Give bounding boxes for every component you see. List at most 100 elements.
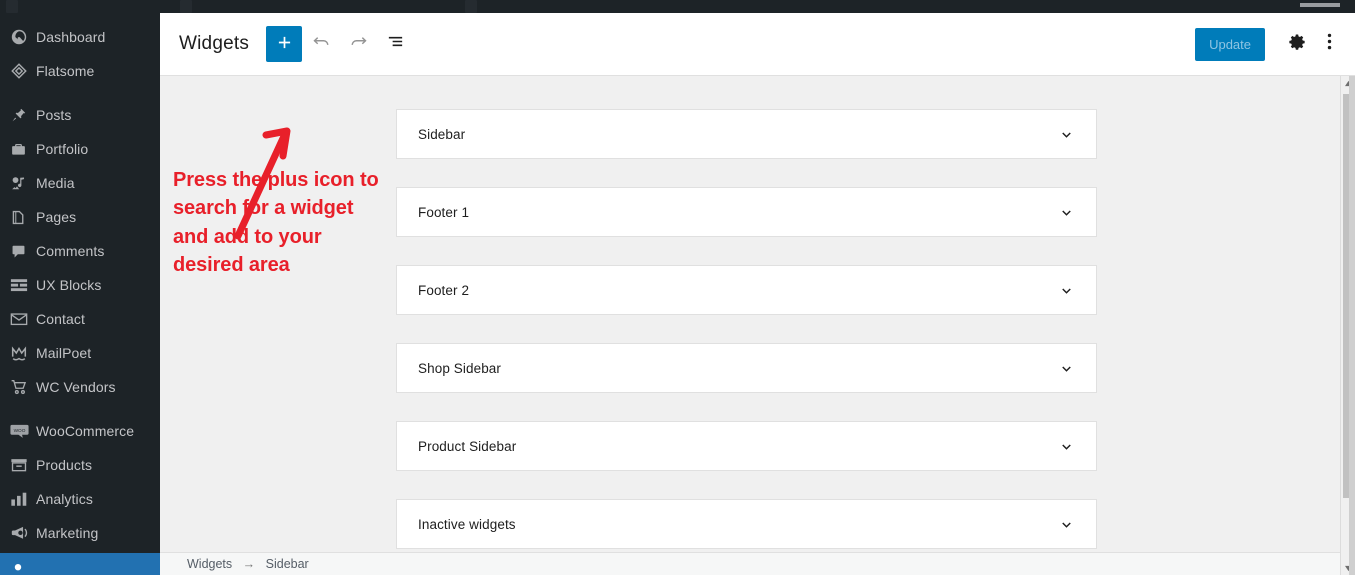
- sidebar-item-label: Flatsome: [36, 63, 95, 79]
- admin-bar-new-icon[interactable]: [180, 0, 192, 13]
- megaphone-icon: [10, 523, 36, 543]
- sidebar-item-label: MailPoet: [36, 345, 92, 361]
- undo-icon: [312, 32, 331, 56]
- sidebar-item-label: Analytics: [36, 491, 93, 507]
- redo-icon: [349, 32, 368, 56]
- sidebar-item-posts[interactable]: Posts: [0, 98, 160, 132]
- analytics-icon: [10, 489, 36, 509]
- annotation-callout: Press the plus icon to search for a widg…: [173, 127, 388, 280]
- widget-area-name: Footer 2: [418, 282, 470, 298]
- breadcrumb-item-root[interactable]: Widgets: [187, 557, 232, 571]
- chevron-down-icon[interactable]: [1059, 127, 1074, 142]
- sidebar-item-label: Marketing: [36, 525, 99, 541]
- breadcrumb: Widgets → Sidebar: [187, 557, 309, 571]
- chevron-down-icon[interactable]: [1059, 361, 1074, 376]
- sidebar-item-media[interactable]: Media: [0, 166, 160, 200]
- chevron-down-icon[interactable]: [1059, 205, 1074, 220]
- sidebar-item-wc-vendors[interactable]: WC Vendors: [0, 370, 160, 404]
- sidebar-item-analytics[interactable]: Analytics: [0, 482, 160, 516]
- ux-blocks-icon: [10, 275, 36, 295]
- admin-bar-user-icon[interactable]: [465, 0, 477, 13]
- undo-button[interactable]: [303, 26, 339, 62]
- envelope-icon: [10, 309, 36, 329]
- sidebar-item-ux-blocks[interactable]: UX Blocks: [0, 268, 160, 302]
- wp-admin-sidebar: Dashboard Flatsome Posts Portfolio Media…: [0, 0, 160, 575]
- sidebar-item-marketing[interactable]: Marketing: [0, 516, 160, 550]
- widget-area-name: Sidebar: [418, 126, 466, 142]
- widget-area-row[interactable]: Inactive widgets: [396, 499, 1097, 549]
- page-title: Widgets: [179, 33, 250, 54]
- sidebar-item-pages[interactable]: Pages: [0, 200, 160, 234]
- sidebar-divider: [0, 404, 160, 414]
- svg-text:WOO: WOO: [14, 427, 26, 433]
- chevron-down-icon[interactable]: [1059, 283, 1074, 298]
- admin-bar-site-icon[interactable]: [6, 0, 18, 13]
- sidebar-item-label: Contact: [36, 311, 85, 327]
- sidebar-item-portfolio[interactable]: Portfolio: [0, 132, 160, 166]
- media-icon: [10, 173, 36, 193]
- dashboard-icon: [10, 27, 36, 47]
- screen: Dashboard Flatsome Posts Portfolio Media…: [0, 0, 1355, 575]
- gear-icon: [1288, 33, 1306, 56]
- sidebar-item-woocommerce[interactable]: WOO WooCommerce: [0, 414, 160, 448]
- sidebar-item-mailpoet[interactable]: MailPoet: [0, 336, 160, 370]
- window-edge: [1349, 0, 1355, 575]
- sidebar-item-label: WooCommerce: [36, 423, 135, 439]
- widget-areas-list: Sidebar Footer 1 Footer 2 Shop Sidebar P…: [396, 109, 1097, 552]
- widget-area-row[interactable]: Footer 1: [396, 187, 1097, 237]
- widgets-editor: Widgets Update Press the plus icon to se…: [160, 13, 1355, 575]
- plus-icon: [276, 34, 293, 54]
- comments-icon: [10, 241, 36, 261]
- widget-area-name: Shop Sidebar: [418, 360, 502, 376]
- list-view-icon: [386, 32, 405, 56]
- sidebar-item-dashboard[interactable]: Dashboard: [0, 20, 160, 54]
- widget-area-row[interactable]: Footer 2: [396, 265, 1097, 315]
- sidebar-item-products[interactable]: Products: [0, 448, 160, 482]
- update-button[interactable]: Update: [1195, 27, 1265, 61]
- add-block-button[interactable]: [266, 26, 303, 62]
- list-view-button[interactable]: [377, 26, 413, 62]
- widget-area-row[interactable]: Shop Sidebar: [396, 343, 1097, 393]
- sidebar-item-label: Dashboard: [36, 29, 106, 45]
- widget-area-row[interactable]: Sidebar: [396, 109, 1097, 159]
- editor-footer: Widgets → Sidebar: [160, 552, 1340, 575]
- editor-toolbar: Widgets Update: [160, 13, 1355, 76]
- sidebar-item-label: Products: [36, 457, 93, 473]
- sidebar-item-label: Media: [36, 175, 75, 191]
- more-options-button[interactable]: [1313, 26, 1345, 62]
- sidebar-item-label: Pages: [36, 209, 77, 225]
- chevron-down-icon[interactable]: [1059, 517, 1074, 532]
- sidebar-item-appearance[interactable]: [0, 553, 160, 575]
- sidebar-item-label: Posts: [36, 107, 72, 123]
- sidebar-item-label: Comments: [36, 243, 105, 259]
- arrow-up-right-icon: [234, 127, 291, 240]
- widgets-canvas: Press the plus icon to search for a widg…: [160, 76, 1340, 552]
- sidebar-divider: [0, 88, 160, 98]
- widget-area-name: Product Sidebar: [418, 438, 517, 454]
- sidebar-item-comments[interactable]: Comments: [0, 234, 160, 268]
- redo-button[interactable]: [340, 26, 376, 62]
- sidebar-item-flatsome[interactable]: Flatsome: [0, 54, 160, 88]
- window-minimize-control[interactable]: [1300, 3, 1340, 7]
- wp-admin-bar: [0, 0, 1355, 13]
- cart-icon: [10, 377, 36, 397]
- products-icon: [10, 455, 36, 475]
- mailpoet-icon: [10, 343, 36, 363]
- widget-area-name: Footer 1: [418, 204, 470, 220]
- pin-icon: [10, 105, 36, 125]
- portfolio-icon: [10, 139, 36, 159]
- pages-icon: [10, 207, 36, 227]
- breadcrumb-item-current[interactable]: Sidebar: [266, 557, 309, 571]
- appearance-icon: [10, 554, 36, 574]
- breadcrumb-separator: →: [242, 557, 256, 571]
- sidebar-item-contact[interactable]: Contact: [0, 302, 160, 336]
- widget-area-row[interactable]: Product Sidebar: [396, 421, 1097, 471]
- sidebar-item-label: UX Blocks: [36, 277, 102, 293]
- kebab-menu-icon: [1327, 32, 1332, 56]
- sidebar-item-label: WC Vendors: [36, 379, 116, 395]
- settings-button[interactable]: [1281, 26, 1313, 62]
- woocommerce-icon: WOO: [10, 421, 36, 441]
- sidebar-item-label: Portfolio: [36, 141, 89, 157]
- flatsome-icon: [10, 61, 36, 81]
- chevron-down-icon[interactable]: [1059, 439, 1074, 454]
